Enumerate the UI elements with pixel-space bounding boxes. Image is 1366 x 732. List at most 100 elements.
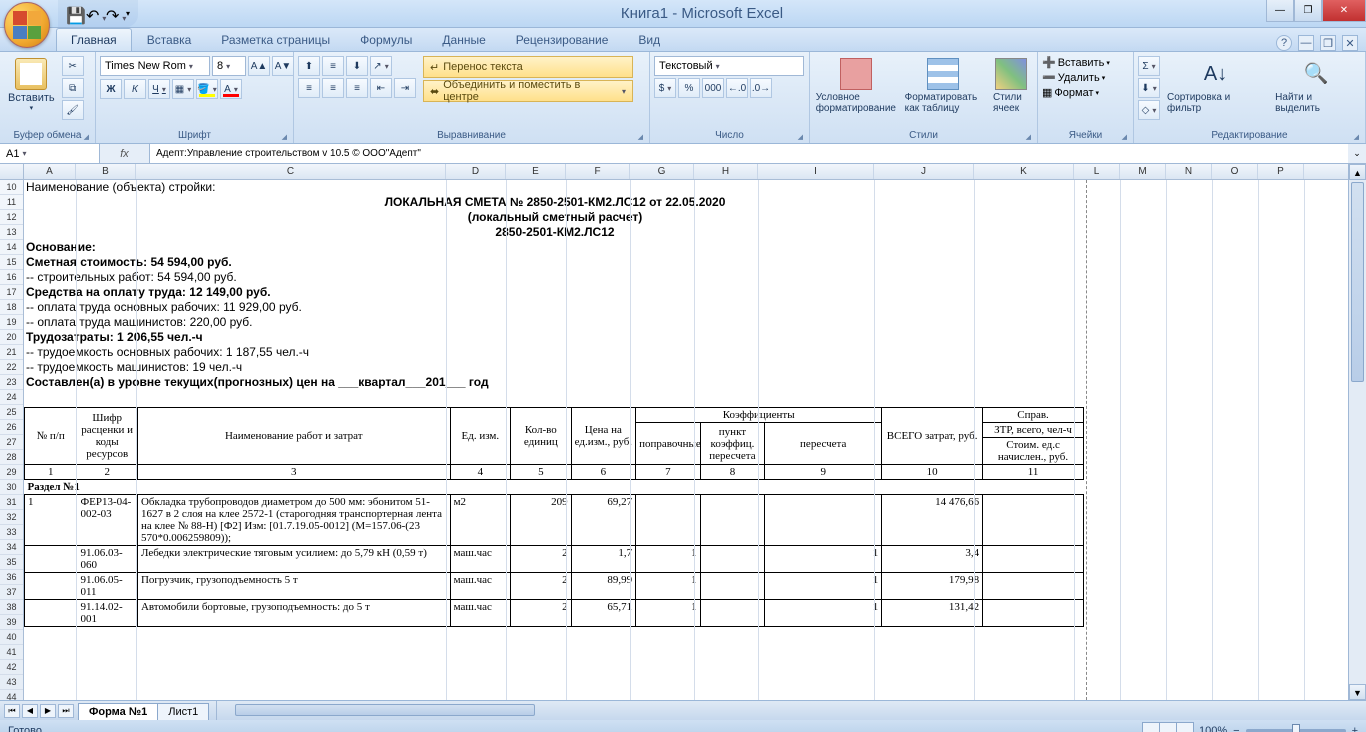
orientation-icon[interactable]: ↗ [370, 56, 392, 76]
save-icon[interactable]: 💾 [66, 6, 82, 22]
worksheet-grid[interactable]: ABCDEFGHIJKLMNOP 10111213141516171819202… [0, 164, 1348, 700]
format-cells-button[interactable]: ▦Формат▾ [1042, 86, 1099, 99]
next-sheet-icon[interactable]: ▶ [40, 704, 56, 718]
row-header[interactable]: 10 [0, 180, 23, 195]
autosum-icon[interactable]: Σ [1138, 56, 1160, 76]
tab-pagelayout[interactable]: Разметка страницы [206, 28, 345, 51]
column-header[interactable]: H [694, 164, 758, 179]
view-buttons[interactable] [1142, 722, 1193, 732]
column-header[interactable]: F [566, 164, 630, 179]
paste-button[interactable]: Вставить▾ [4, 56, 59, 114]
last-sheet-icon[interactable]: ⏭ [58, 704, 74, 718]
column-header[interactable]: O [1212, 164, 1258, 179]
formula-input[interactable]: Адепт:Управление строительством v 10.5 ©… [150, 144, 1348, 163]
row-header[interactable]: 29 [0, 465, 23, 480]
office-button[interactable] [4, 2, 56, 54]
row-header[interactable]: 16 [0, 270, 23, 285]
copy-icon[interactable]: ⧉ [62, 78, 84, 98]
conditional-formatting-button[interactable]: Условное форматирование [814, 56, 898, 116]
qat-customize-icon[interactable]: ▾ [126, 9, 130, 18]
tab-data[interactable]: Данные [427, 28, 500, 51]
insert-cells-button[interactable]: ➕Вставить▾ [1042, 56, 1110, 69]
tab-home[interactable]: Главная [56, 28, 132, 51]
column-headers[interactable]: ABCDEFGHIJKLMNOP [0, 164, 1348, 180]
column-header[interactable]: J [874, 164, 974, 179]
format-as-table-button[interactable]: Форматировать как таблицу [901, 56, 986, 116]
cut-icon[interactable]: ✂ [62, 56, 84, 76]
select-all-corner[interactable] [0, 164, 24, 179]
row-header[interactable]: 14 [0, 240, 23, 255]
bold-button[interactable]: Ж [100, 79, 122, 99]
column-header[interactable]: I [758, 164, 874, 179]
increase-decimal-icon[interactable]: ←.0 [726, 78, 748, 98]
scroll-up-icon[interactable]: ▲ [1349, 164, 1366, 180]
decrease-decimal-icon[interactable]: .0→ [750, 78, 772, 98]
maximize-button[interactable]: ❐ [1294, 0, 1322, 22]
clear-icon[interactable]: ◇ [1138, 100, 1160, 120]
wrap-text-button[interactable]: ↵Перенос текста [423, 56, 633, 78]
number-format-combo[interactable]: Текстовый [654, 56, 804, 76]
row-header[interactable]: 44 [0, 690, 23, 700]
row-header[interactable]: 23 [0, 375, 23, 390]
decrease-indent-icon[interactable]: ⇤ [370, 78, 392, 98]
name-box[interactable]: A1 [0, 144, 100, 163]
row-header[interactable]: 17 [0, 285, 23, 300]
fill-icon[interactable]: ⬇ [1138, 78, 1160, 98]
close-button[interactable]: ✕ [1322, 0, 1366, 22]
vertical-scrollbar[interactable]: ▲ ▼ [1348, 164, 1366, 700]
help-icon[interactable]: ? [1276, 35, 1292, 51]
sort-filter-button[interactable]: A↓Сортировка и фильтр [1163, 56, 1268, 116]
row-header[interactable]: 25 [0, 405, 23, 420]
tab-insert[interactable]: Вставка [132, 28, 207, 51]
format-painter-icon[interactable]: 🖌 [62, 100, 84, 120]
restore-workbook-icon[interactable]: ❐ [1320, 35, 1336, 51]
row-header[interactable]: 39 [0, 615, 23, 630]
column-header[interactable]: P [1258, 164, 1304, 179]
align-left-icon[interactable]: ≡ [298, 78, 320, 98]
minimize-ribbon-icon[interactable]: — [1298, 35, 1314, 51]
accounting-format-icon[interactable]: $ [654, 78, 676, 98]
font-name-combo[interactable]: Times New Rom [100, 56, 210, 76]
column-header[interactable]: L [1074, 164, 1120, 179]
align-middle-icon[interactable]: ≡ [322, 56, 344, 76]
row-header[interactable]: 27 [0, 435, 23, 450]
column-header[interactable]: K [974, 164, 1074, 179]
zoom-out-icon[interactable]: − [1233, 725, 1239, 732]
align-right-icon[interactable]: ≡ [346, 78, 368, 98]
column-header[interactable]: A [24, 164, 76, 179]
align-center-icon[interactable]: ≡ [322, 78, 344, 98]
row-header[interactable]: 22 [0, 360, 23, 375]
row-header[interactable]: 35 [0, 555, 23, 570]
row-header[interactable]: 32 [0, 510, 23, 525]
zoom-in-icon[interactable]: + [1352, 725, 1358, 732]
italic-button[interactable]: К [124, 79, 146, 99]
comma-format-icon[interactable]: 000 [702, 78, 724, 98]
row-header[interactable]: 38 [0, 600, 23, 615]
row-header[interactable]: 20 [0, 330, 23, 345]
column-header[interactable]: C [136, 164, 446, 179]
sheet-tab[interactable]: Лист1 [157, 703, 209, 720]
border-icon[interactable]: ▦ [172, 79, 194, 99]
tab-formulas[interactable]: Формулы [345, 28, 427, 51]
increase-indent-icon[interactable]: ⇥ [394, 78, 416, 98]
row-header[interactable]: 13 [0, 225, 23, 240]
row-header[interactable]: 41 [0, 645, 23, 660]
row-header[interactable]: 31 [0, 495, 23, 510]
row-header[interactable]: 11 [0, 195, 23, 210]
first-sheet-icon[interactable]: ⏮ [4, 704, 20, 718]
column-header[interactable]: M [1120, 164, 1166, 179]
shrink-font-icon[interactable]: A▼ [272, 56, 294, 76]
row-header[interactable]: 33 [0, 525, 23, 540]
delete-cells-button[interactable]: ➖Удалить▾ [1042, 71, 1105, 84]
column-header[interactable]: G [630, 164, 694, 179]
scroll-thumb[interactable] [1351, 182, 1364, 382]
row-header[interactable]: 15 [0, 255, 23, 270]
column-header[interactable]: D [446, 164, 506, 179]
horizontal-scrollbar[interactable] [216, 701, 1366, 720]
merge-center-button[interactable]: ⬌Объединить и поместить в центре [423, 80, 633, 102]
percent-format-icon[interactable]: % [678, 78, 700, 98]
row-header[interactable]: 12 [0, 210, 23, 225]
tab-review[interactable]: Рецензирование [501, 28, 624, 51]
row-header[interactable]: 42 [0, 660, 23, 675]
cells-area[interactable]: Наименование (объекта) стройки: ЛОКАЛЬНА… [24, 180, 1348, 700]
